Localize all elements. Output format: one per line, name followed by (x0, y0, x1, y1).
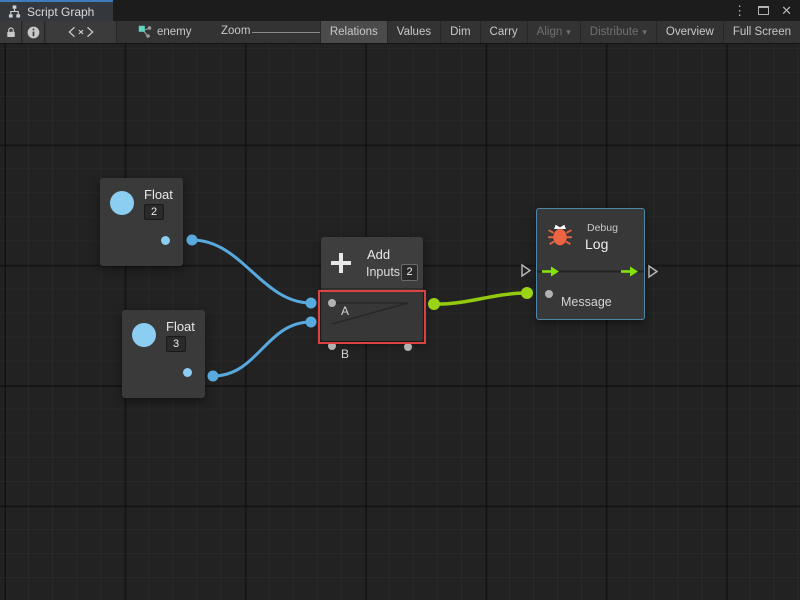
graph-name: enemy (157, 26, 192, 38)
lock-icon (5, 26, 17, 39)
code-brackets-icon (67, 26, 95, 38)
info-button[interactable] (23, 21, 45, 43)
graph-toolbar: enemy Zoom 1x Relations Values Dim Carry… (0, 21, 800, 44)
debug-category-label: Debug (587, 222, 618, 234)
debug-message-port[interactable] (545, 290, 553, 298)
graph-canvas[interactable]: Float 2 Float 3 Add Inputs 2 (0, 44, 800, 600)
tab-label: Script Graph (27, 5, 94, 19)
window-menu-icon[interactable]: ⋮ (733, 4, 746, 17)
bug-icon (547, 222, 573, 248)
wire-endpoint-dot (306, 317, 317, 328)
add-inputs-count-input[interactable]: 2 (401, 264, 418, 281)
float-output-port[interactable] (161, 236, 170, 245)
float-value-input[interactable]: 2 (144, 204, 164, 220)
flow-exit-triangle-icon (649, 266, 657, 277)
toolbar-button-group: Relations Values Dim Carry Align ▾ Distr… (320, 21, 800, 43)
values-button[interactable]: Values (387, 21, 440, 43)
chevron-down-icon: ▾ (642, 28, 647, 37)
float-node-1[interactable]: Float 2 (100, 178, 183, 266)
add-inputs-label: Inputs (366, 265, 400, 279)
selection-highlight-rect (318, 290, 426, 344)
wire-float1-to-add-a (192, 240, 311, 303)
flow-entry-triangle-icon (522, 265, 530, 276)
window-controls: ⋮ ✕ (733, 0, 800, 21)
flow-input-arrow-icon[interactable] (542, 266, 560, 277)
wire-endpoint-dot (208, 371, 219, 382)
add-port-b-label: B (341, 347, 443, 361)
info-icon (27, 26, 40, 39)
distribute-button[interactable]: Distribute ▾ (580, 21, 656, 43)
close-icon[interactable]: ✕ (781, 4, 792, 17)
wire-add-to-debug-message (434, 293, 527, 304)
carry-button[interactable]: Carry (480, 21, 527, 43)
script-graph-icon (8, 5, 21, 18)
add-node-header: Add Inputs 2 (321, 237, 423, 289)
float-value-input[interactable]: 3 (166, 336, 186, 352)
tab-bar: Script Graph ⋮ ✕ (0, 0, 800, 21)
float-type-icon (132, 323, 156, 347)
overview-button[interactable]: Overview (656, 21, 723, 43)
debug-message-label: Message (561, 295, 668, 309)
flow-output-arrow-icon[interactable] (621, 266, 639, 277)
dim-button[interactable]: Dim (440, 21, 479, 43)
wire-endpoint-dot (521, 287, 533, 299)
lock-button[interactable] (0, 21, 22, 43)
wire-endpoint-dot (306, 298, 317, 309)
maximize-icon[interactable] (758, 6, 769, 15)
add-output-port[interactable] (404, 343, 412, 351)
graph-asset-icon (138, 25, 152, 39)
float-node-title: Float (144, 187, 173, 202)
float-type-icon (110, 191, 134, 215)
add-node-title: Add (367, 247, 390, 262)
graph-breadcrumb[interactable]: enemy (138, 21, 192, 43)
full-screen-button[interactable]: Full Screen (723, 21, 800, 43)
align-button[interactable]: Align ▾ (527, 21, 580, 43)
float-node-title: Float (166, 319, 195, 334)
tab-script-graph[interactable]: Script Graph (0, 0, 113, 21)
chevron-down-icon: ▾ (566, 28, 571, 37)
zoom-label: Zoom (221, 25, 250, 37)
code-view-button[interactable] (46, 21, 117, 43)
plus-icon (330, 252, 352, 274)
float-output-port[interactable] (183, 368, 192, 377)
debug-log-node[interactable]: Debug Log Message (536, 208, 645, 320)
wire-endpoint-dot (187, 235, 198, 246)
script-graph-window: Script Graph ⋮ ✕ (0, 0, 800, 600)
debug-title-label: Log (585, 236, 608, 252)
wire-float2-to-add-b (213, 322, 311, 376)
float-node-2[interactable]: Float 3 (122, 310, 205, 398)
relations-button[interactable]: Relations (320, 21, 387, 43)
